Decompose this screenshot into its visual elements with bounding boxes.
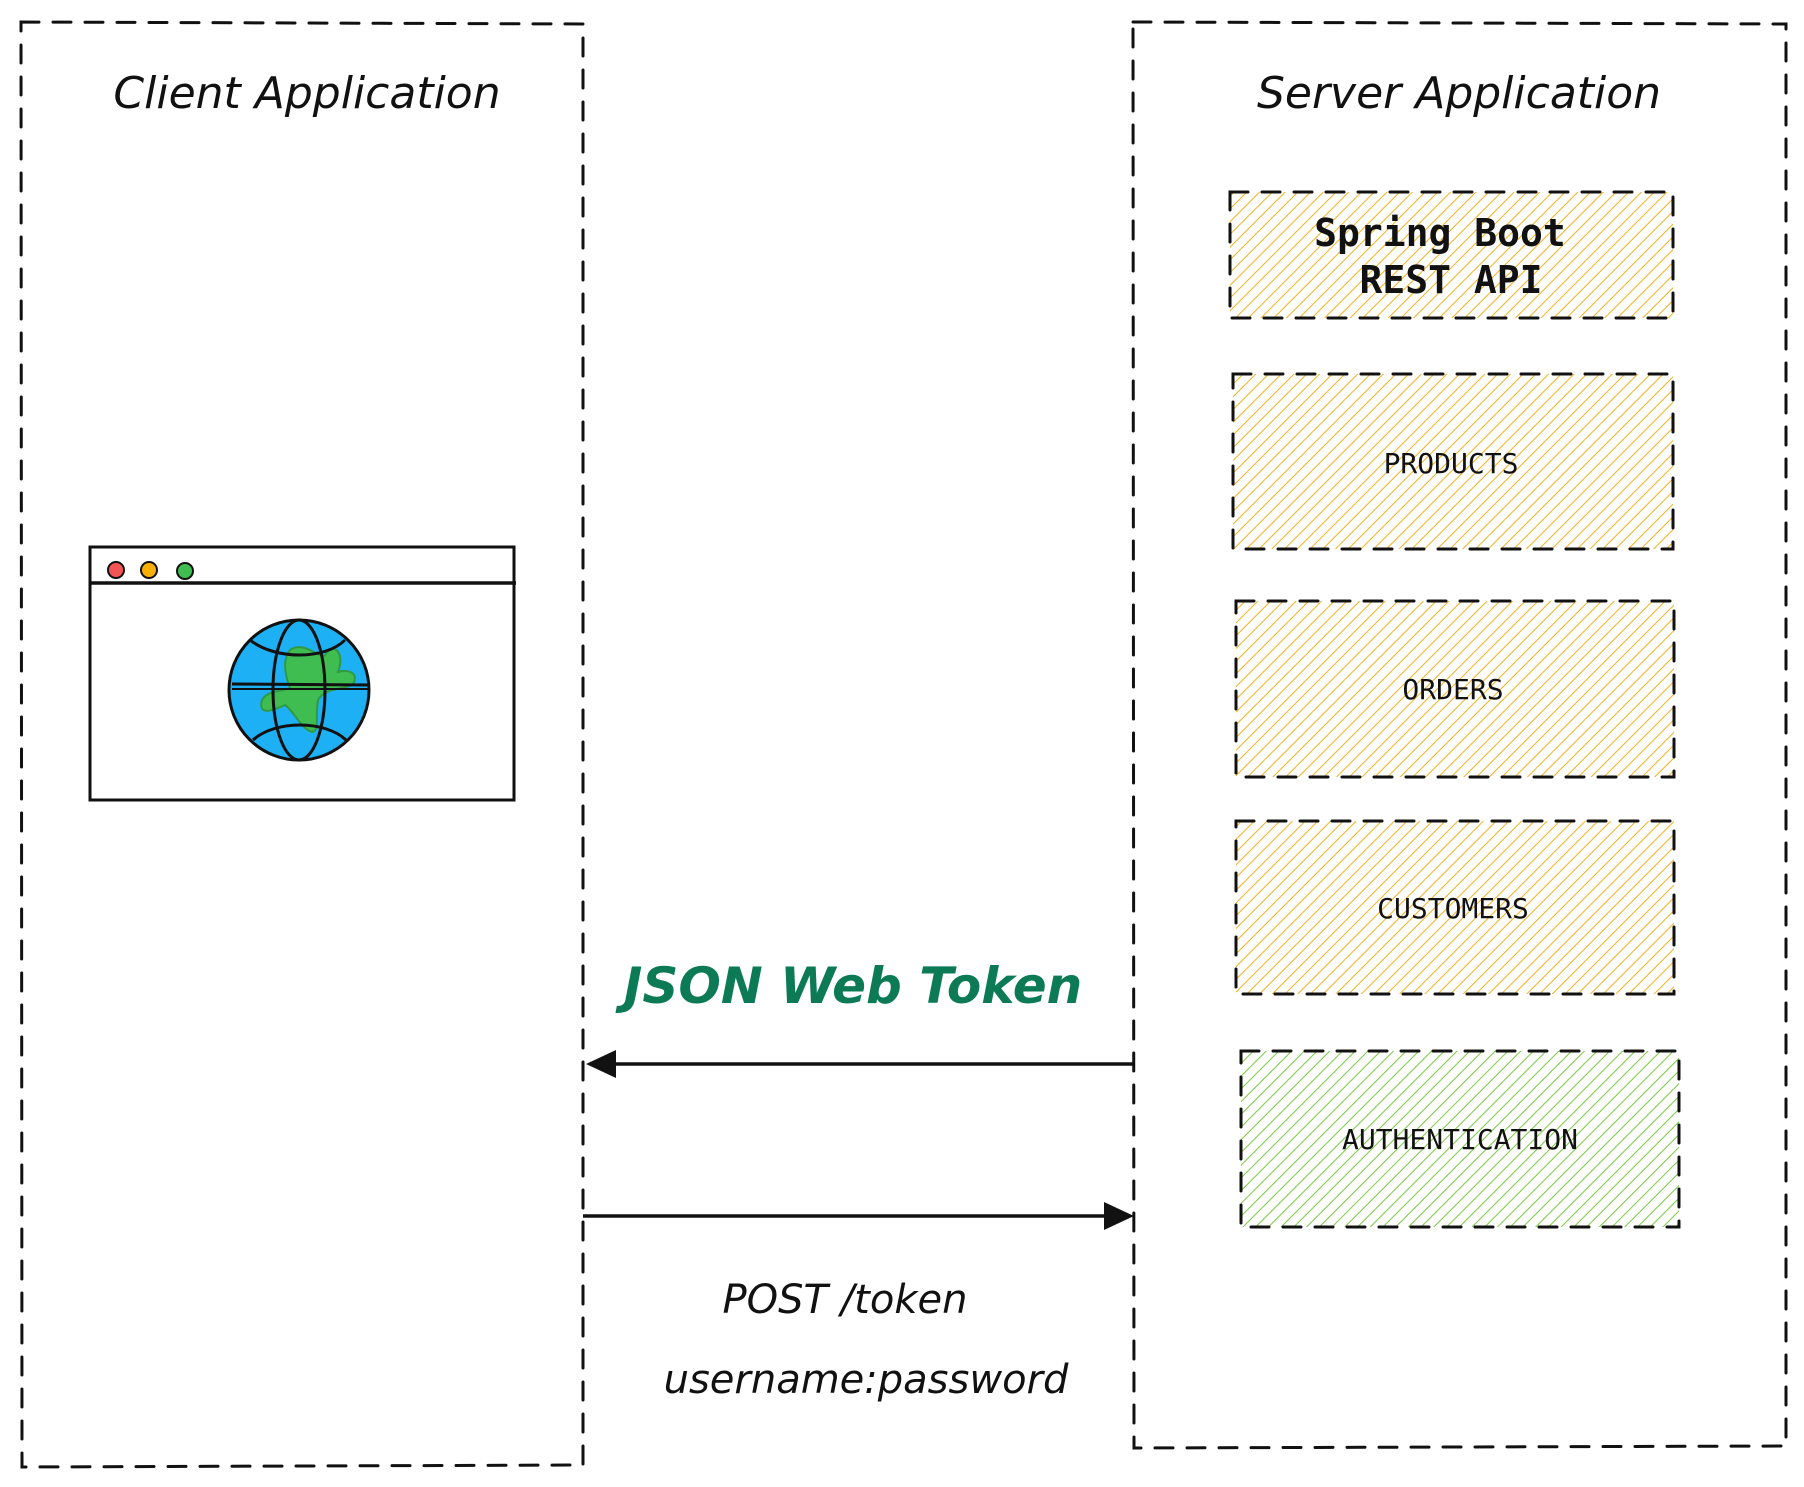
module-label: CUSTOMERS <box>1377 892 1529 925</box>
arrow-right-icon <box>1104 1202 1134 1230</box>
module-products: PRODUCTS <box>1231 372 1675 551</box>
architecture-diagram: Client Application Server Application Sp… <box>19 20 1788 1469</box>
module-label: Spring Boot <box>1314 211 1566 255</box>
client-title: Client Application <box>113 68 500 119</box>
maximize-dot-icon <box>176 562 194 580</box>
browser-window-icon <box>88 545 516 802</box>
module-authentication: AUTHENTICATION <box>1239 1049 1681 1229</box>
module-label: PRODUCTS <box>1384 447 1519 480</box>
arrow-left-icon <box>586 1050 616 1078</box>
server-title: Server Application <box>1257 68 1661 119</box>
module-spring-boot-rest-api: Spring Boot REST API <box>1228 190 1675 320</box>
module-orders: ORDERS <box>1234 599 1676 779</box>
request-endpoint-label: POST /token <box>723 1277 968 1323</box>
response-flow: JSON Web Token <box>586 957 1133 1078</box>
close-dot-icon <box>107 561 125 579</box>
minimize-dot-icon <box>140 561 158 579</box>
request-credentials-label: username:password <box>664 1357 1069 1403</box>
request-flow: POST /token username:password <box>583 1202 1134 1403</box>
jwt-label: JSON Web Token <box>615 957 1082 1015</box>
module-label: AUTHENTICATION <box>1342 1123 1578 1156</box>
module-customers: CUSTOMERS <box>1234 819 1676 996</box>
module-label-line2: REST API <box>1359 258 1542 302</box>
module-label: ORDERS <box>1402 673 1503 706</box>
globe-icon <box>227 618 371 762</box>
